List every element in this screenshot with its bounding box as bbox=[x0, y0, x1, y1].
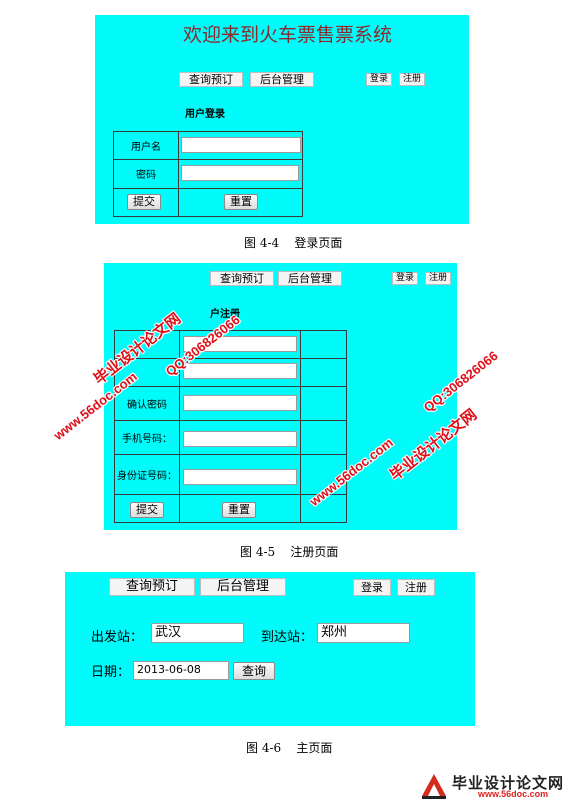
login-page-screenshot: 欢迎来到火车票售票系统 查询预订 后台管理 登录 注册 用户登录 用户名 密码 … bbox=[95, 15, 469, 224]
nav-admin[interactable]: 后台管理 bbox=[278, 271, 342, 286]
departure-input[interactable]: 武汉 bbox=[151, 623, 244, 643]
register-link[interactable]: 注册 bbox=[399, 73, 425, 86]
submit-button[interactable]: 提交 bbox=[130, 502, 164, 518]
password-label: 密码 bbox=[113, 159, 179, 189]
date-label: 日期： bbox=[91, 665, 131, 680]
id-card-input[interactable] bbox=[183, 469, 297, 485]
password-input[interactable] bbox=[181, 165, 299, 181]
register-page-screenshot: 查询预订 后台管理 登录 注册 户注册 确认密码 手机号码： 身份证号码： 提交 bbox=[104, 263, 457, 530]
phone-label: 手机号码： bbox=[114, 420, 180, 455]
query-button[interactable]: 查询 bbox=[233, 662, 275, 680]
username-label: 用户名 bbox=[113, 130, 179, 161]
nav-admin[interactable]: 后台管理 bbox=[250, 72, 314, 87]
register-link[interactable]: 注册 bbox=[425, 272, 451, 285]
nav-query-booking[interactable]: 查询预订 bbox=[179, 72, 243, 87]
login-form-title: 用户登录 bbox=[185, 109, 225, 120]
reset-button[interactable]: 重置 bbox=[224, 194, 258, 210]
site-title: 欢迎来到火车票售票系统 bbox=[183, 24, 393, 46]
password-input[interactable] bbox=[183, 363, 297, 379]
submit-button[interactable]: 提交 bbox=[127, 194, 161, 210]
login-link[interactable]: 登录 bbox=[392, 272, 418, 285]
login-link[interactable]: 登录 bbox=[366, 73, 392, 86]
figure-caption-4-5: 图 4-5 注册页面 bbox=[240, 545, 339, 559]
arrival-label: 到达站： bbox=[261, 630, 314, 645]
departure-label: 出发站： bbox=[91, 630, 144, 645]
nav-query-booking[interactable]: 查询预订 bbox=[210, 271, 274, 286]
login-link[interactable]: 登录 bbox=[353, 579, 391, 596]
arrival-input[interactable]: 郑州 bbox=[317, 623, 410, 643]
site-logo: 毕业设计论文网 www.56doc.com bbox=[418, 772, 576, 800]
confirm-password-input[interactable] bbox=[183, 395, 297, 411]
id-card-label: 身份证号码： bbox=[114, 454, 180, 495]
register-link[interactable]: 注册 bbox=[397, 579, 435, 596]
figure-caption-4-6: 图 4-6 主页面 bbox=[246, 741, 333, 755]
nav-query-booking[interactable]: 查询预订 bbox=[109, 578, 195, 596]
logo-mark-icon bbox=[422, 774, 446, 799]
reset-button[interactable]: 重置 bbox=[222, 502, 256, 518]
nav-admin[interactable]: 后台管理 bbox=[200, 578, 286, 596]
phone-input[interactable] bbox=[183, 431, 297, 447]
date-input[interactable]: 2013-06-08 bbox=[133, 661, 229, 680]
logo-subtext: www.56doc.com bbox=[478, 789, 549, 799]
username-input[interactable] bbox=[181, 137, 301, 153]
figure-caption-4-4: 图 4-4 登录页面 bbox=[244, 236, 343, 250]
main-page-screenshot: 查询预订 后台管理 登录 注册 出发站： 武汉 到达站： 郑州 日期： 2013… bbox=[65, 572, 475, 726]
